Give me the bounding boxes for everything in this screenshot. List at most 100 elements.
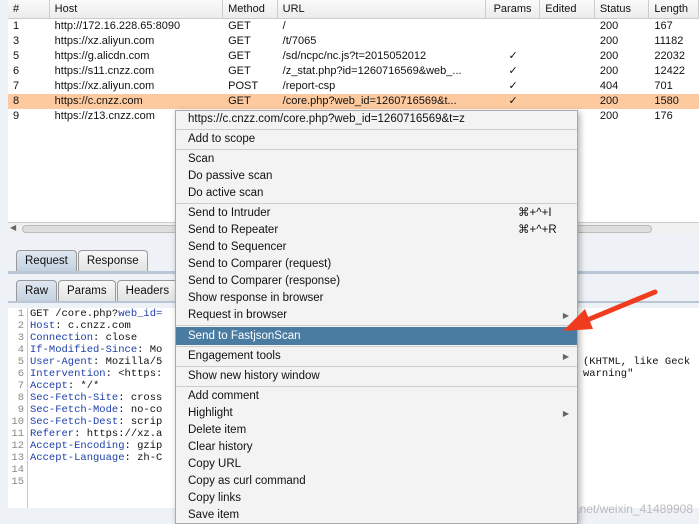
header-value: : gzip bbox=[124, 440, 163, 452]
line-number: 5 bbox=[17, 356, 24, 368]
menu-item[interactable]: Copy links bbox=[176, 490, 577, 507]
table-cell: 167 bbox=[654, 20, 673, 32]
table-cell: /core.php?web_id=1260716569&t... bbox=[282, 95, 457, 107]
menu-item[interactable]: Send to Repeater ⌘+^+R bbox=[176, 222, 577, 239]
menu-item[interactable]: Send to Comparer (request) bbox=[176, 256, 577, 273]
table-cell: ✓ bbox=[508, 50, 518, 62]
menu-item[interactable]: Save item bbox=[176, 507, 577, 523]
column-header[interactable]: Method bbox=[223, 0, 278, 18]
header-value: : Mozilla/5 bbox=[93, 356, 163, 368]
menu-item[interactable]: Send to Comparer (response) bbox=[176, 273, 577, 290]
header-value: : https://xz.a bbox=[74, 428, 163, 440]
header-name: Accept-Encoding bbox=[30, 440, 125, 452]
column-header[interactable]: # bbox=[8, 0, 50, 18]
menu-item[interactable]: Send to Intruder ⌘+^+I bbox=[176, 205, 577, 222]
menu-item[interactable]: Scan bbox=[176, 151, 577, 168]
line-number: 9 bbox=[17, 404, 24, 416]
table-cell: 404 bbox=[599, 80, 619, 92]
header-name: User-Agent bbox=[30, 356, 94, 368]
menu-item[interactable]: Send to Sequencer bbox=[176, 239, 577, 256]
menu-item-label: Request in browser bbox=[188, 309, 288, 321]
table-cell: GET bbox=[228, 65, 251, 77]
header-value: web_id= bbox=[118, 308, 163, 320]
tab-response[interactable]: Response bbox=[77, 250, 148, 271]
menu-item[interactable]: Send to FastjsonScan bbox=[176, 327, 577, 345]
menu-item-label: Send to Intruder bbox=[188, 207, 271, 219]
header-name: Intervention bbox=[30, 368, 106, 380]
editor-fragment: warning" bbox=[583, 368, 634, 380]
table-row[interactable]: 6 https://s11.cnzz.com GET/z_stat.php?id=1… bbox=[8, 64, 699, 79]
menu-item-shortcut: ⌘+^+R bbox=[518, 224, 557, 236]
menu-item[interactable]: Copy as curl command bbox=[176, 473, 577, 490]
table-cell: https://s11.cnzz.com bbox=[54, 65, 155, 77]
menu-separator bbox=[176, 129, 577, 130]
line-number: 8 bbox=[17, 392, 24, 404]
table-cell: https://xz.aliyun.com bbox=[54, 80, 155, 92]
table-cell bbox=[486, 19, 541, 34]
menu-separator bbox=[176, 366, 577, 367]
table-cell: GET bbox=[228, 35, 251, 47]
header-value: : Mo bbox=[137, 344, 163, 356]
table-cell: http://172.16.228.65:8090 bbox=[54, 20, 181, 32]
table-row[interactable]: 5 https://g.alicdn.com GET/sd/ncpc/nc.js?t… bbox=[8, 49, 699, 64]
menu-item-label: Add comment bbox=[188, 390, 259, 402]
menu-separator bbox=[176, 386, 577, 387]
tab-headers[interactable]: Headers bbox=[116, 280, 179, 301]
line-number: 10 bbox=[11, 416, 24, 428]
menu-item-label: Send to Comparer (response) bbox=[188, 275, 341, 287]
table-cell: 7 bbox=[13, 80, 20, 92]
menu-item[interactable]: Highlight ▶ bbox=[176, 405, 577, 422]
tab-params[interactable]: Params bbox=[58, 280, 116, 301]
tab-raw[interactable]: Raw bbox=[16, 280, 58, 301]
table-cell: /sd/ncpc/nc.js?t=2015052012 bbox=[282, 50, 427, 62]
table-cell bbox=[540, 19, 595, 34]
menu-item[interactable]: https://c.cnzz.com/core.php?web_id=12607… bbox=[176, 111, 577, 128]
table-cell: 200 bbox=[599, 95, 619, 107]
menu-item[interactable]: Add comment bbox=[176, 388, 577, 405]
header-value: : <https: bbox=[105, 368, 163, 380]
menu-item-label: Show new history window bbox=[188, 370, 320, 382]
header-value: : scrip bbox=[118, 416, 163, 428]
table-cell: /report-csp bbox=[282, 80, 336, 92]
menu-item[interactable]: Add to scope bbox=[176, 131, 577, 148]
table-cell bbox=[540, 49, 595, 64]
menu-item[interactable]: Do passive scan bbox=[176, 168, 577, 185]
column-header[interactable]: Params bbox=[486, 0, 541, 18]
column-header[interactable]: Host bbox=[50, 0, 224, 18]
column-header[interactable]: Status bbox=[595, 0, 650, 18]
menu-item[interactable]: Copy URL bbox=[176, 456, 577, 473]
column-header[interactable]: URL bbox=[278, 0, 486, 18]
menu-item[interactable]: Show new history window bbox=[176, 368, 577, 385]
menu-item[interactable]: Delete item bbox=[176, 422, 577, 439]
table-cell bbox=[540, 94, 595, 109]
menu-item[interactable]: Show response in browser bbox=[176, 290, 577, 307]
header-value: : */* bbox=[67, 380, 100, 392]
menu-item[interactable]: Request in browser ▶ bbox=[176, 307, 577, 324]
table-cell: 22032 bbox=[654, 50, 685, 62]
line-number: 15 bbox=[11, 476, 24, 488]
table-cell: 200 bbox=[599, 65, 619, 77]
menu-item[interactable]: Clear history bbox=[176, 439, 577, 456]
table-row[interactable]: 3 https://xz.aliyun.com GET/t/7065 200 11182 bbox=[8, 34, 699, 49]
menu-item-label: Delete item bbox=[188, 424, 247, 436]
table-cell: 1 bbox=[13, 20, 20, 32]
scroll-left-icon[interactable]: ◀ bbox=[10, 223, 16, 232]
table-row[interactable]: 8 https://c.cnzz.com GET/core.php?web_id=1… bbox=[8, 94, 699, 109]
table-row[interactable]: 7 https://xz.aliyun.com POST/report-csp ✓ 40… bbox=[8, 79, 699, 94]
column-header[interactable]: Edited bbox=[540, 0, 595, 18]
table-cell: 9 bbox=[13, 110, 20, 122]
header-name: Referer bbox=[30, 428, 75, 440]
submenu-arrow-icon: ▶ bbox=[562, 409, 569, 418]
table-cell: 200 bbox=[599, 35, 619, 47]
table-row[interactable]: 1 http://172.16.228.65:8090 GET / 200 167 bbox=[8, 19, 699, 34]
menu-item[interactable]: Do active scan bbox=[176, 185, 577, 202]
menu-item[interactable]: Engagement tools ▶ bbox=[176, 348, 577, 365]
table-cell bbox=[486, 34, 541, 49]
column-header[interactable]: Length bbox=[649, 0, 699, 18]
menu-separator bbox=[176, 325, 577, 326]
header-value: : close bbox=[93, 332, 138, 344]
tab-request[interactable]: Request bbox=[16, 250, 77, 271]
line-number: 2 bbox=[17, 320, 24, 332]
table-cell: GET bbox=[228, 50, 251, 62]
line-number: 3 bbox=[17, 332, 24, 344]
